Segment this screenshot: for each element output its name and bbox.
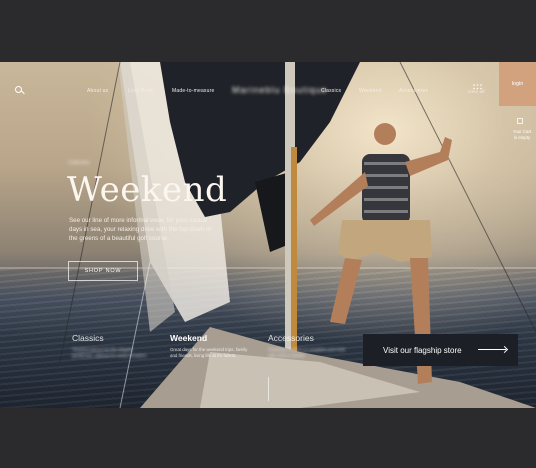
flagship-label: Visit our flagship store [383,345,462,355]
category-accessories-title[interactable]: Accessories [268,333,314,343]
active-category-indicator [268,377,269,401]
category-weekend-title[interactable]: Weekend [170,333,207,343]
shop-now-label: SHOP NOW [84,268,122,274]
hero-description: See our line of more informal wear, for … [69,217,212,242]
nav-made-to-measure[interactable]: Made-to-measure [172,88,214,94]
rigging-line [119,261,151,408]
hero-kicker: Collection [68,160,90,166]
nav-classics[interactable]: Classics [321,88,341,94]
man-leg-left [330,258,362,324]
man-arm-right [405,137,452,176]
cart-status: Your Cart is empty [512,129,532,140]
login-label: login [511,81,524,87]
flagship-store-button[interactable]: Visit our flagship store [363,334,518,366]
view-all-link[interactable]: view all [468,89,485,94]
hero-title: Weekend [67,170,228,210]
nav-accessories[interactable]: Accessories [399,88,428,94]
login-button[interactable]: login [499,62,536,106]
category-classics-title[interactable]: Classics [72,333,104,343]
category-weekend-desc: Great days for the weekend trips, family… [170,347,248,358]
nav-weekend[interactable]: Weekend [359,88,381,94]
arrow-right-icon [478,349,506,350]
grid-icon[interactable] [473,77,482,90]
man-arm-left [310,172,368,226]
nav-about-us[interactable]: About us [87,88,108,94]
man-head [374,123,396,145]
man-shorts [338,220,432,262]
brand-logo[interactable]: Marineblu Boutique [232,85,328,95]
rigging-line [59,62,121,363]
category-classics-desc: Timeless pieces for the elegant gentlema… [72,347,148,358]
nav-look-book[interactable]: Look Book [128,88,153,94]
cart-icon[interactable] [517,118,523,124]
shop-now-button[interactable]: SHOP NOW [68,261,138,281]
category-accessories-desc: Finishing touches to complete your look … [268,347,346,358]
